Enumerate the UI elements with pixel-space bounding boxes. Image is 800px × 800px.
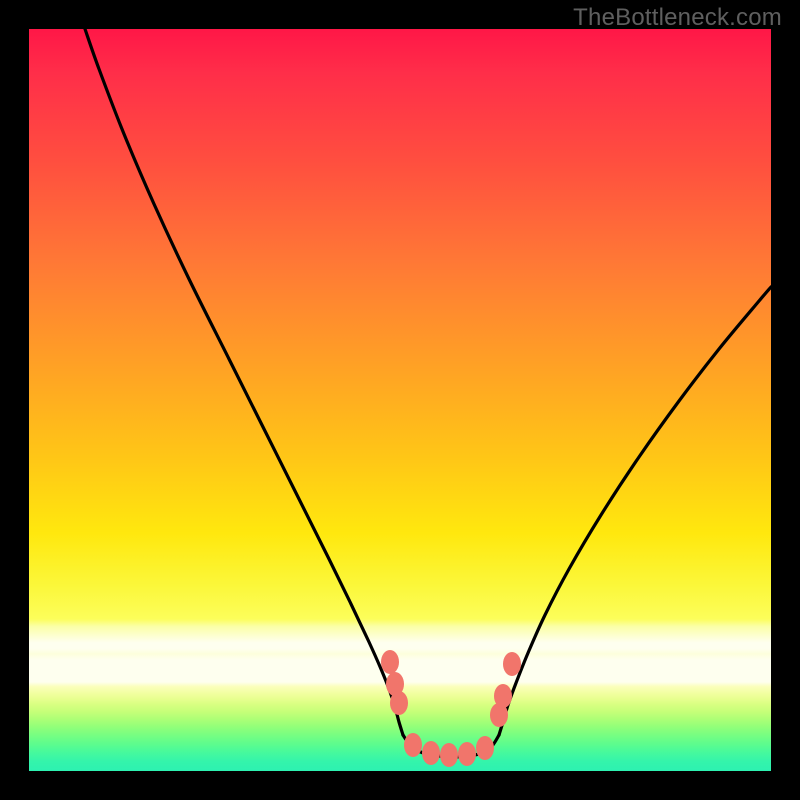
watermark-text: TheBottleneck.com (573, 4, 782, 32)
outer-frame: TheBottleneck.com (0, 0, 800, 800)
marker-dot-6 (458, 742, 476, 766)
marker-dot-2 (390, 691, 408, 715)
chart-svg (29, 29, 771, 771)
marker-dot-10 (503, 652, 521, 676)
marker-dot-3 (404, 733, 422, 757)
chart-plot-area (29, 29, 771, 771)
marker-dot-7 (476, 736, 494, 760)
curve-right-curve (499, 287, 771, 735)
marker-dot-4 (422, 741, 440, 765)
curve-left-curve (85, 29, 403, 735)
marker-dot-9 (494, 684, 512, 708)
curves-group (85, 29, 771, 757)
dots-group (381, 650, 521, 767)
marker-dot-5 (440, 743, 458, 767)
marker-dot-0 (381, 650, 399, 674)
